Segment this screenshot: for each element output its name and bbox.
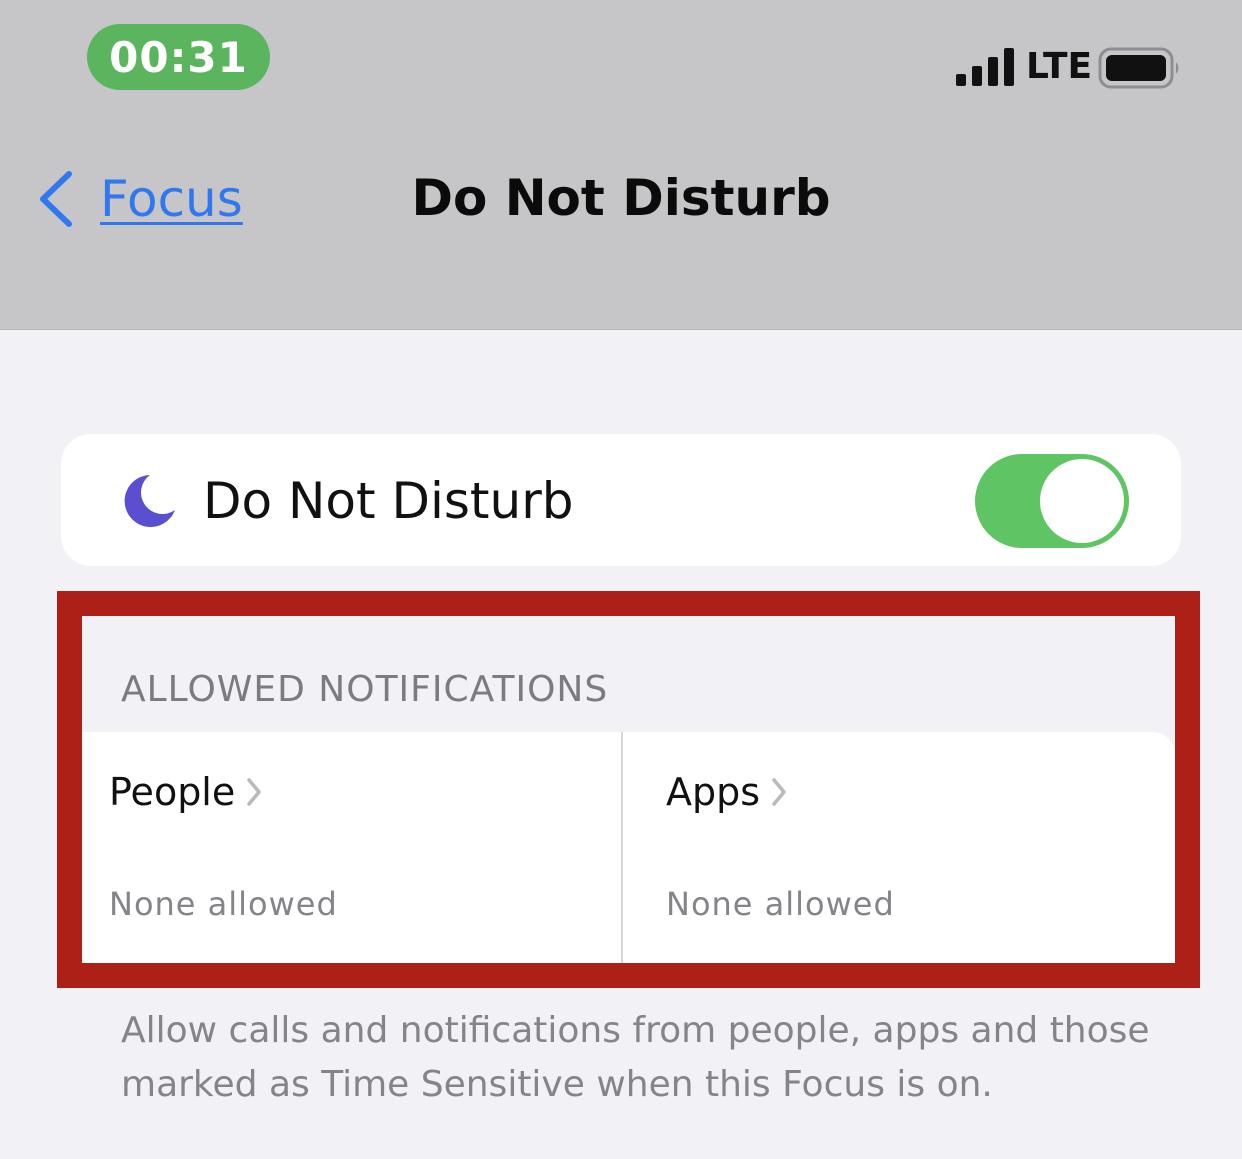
header: 00:31 LTE Focus Do Not Disturb — [0, 0, 1242, 330]
footer-note: Allow calls and notifications from peopl… — [121, 1010, 1150, 1105]
apps-subtitle: None allowed — [666, 885, 895, 923]
people-cell[interactable]: People None allowed — [82, 732, 621, 963]
chevron-left-icon[interactable] — [36, 168, 78, 230]
page-title: Do Not Disturb — [411, 169, 831, 227]
allowed-notifications-section: ALLOWED NOTIFICATIONS People None allowe… — [82, 616, 1175, 963]
focus-toggle-row: Do Not Disturb — [61, 434, 1181, 566]
apps-cell[interactable]: Apps None allowed — [623, 732, 1175, 963]
chevron-right-icon — [247, 778, 261, 806]
signal-bars-icon — [956, 48, 1014, 86]
chevron-right-icon — [772, 778, 786, 806]
section-header: ALLOWED NOTIFICATIONS — [121, 669, 609, 710]
carrier-label: LTE — [1026, 46, 1093, 87]
people-subtitle: None allowed — [109, 885, 338, 923]
back-button[interactable]: Focus — [100, 168, 243, 230]
switch-knob — [1040, 459, 1124, 543]
apps-title: Apps — [666, 770, 761, 814]
time-pill[interactable]: 00:31 — [87, 24, 270, 90]
battery-icon — [1098, 47, 1179, 89]
do-not-disturb-switch[interactable] — [975, 454, 1129, 548]
moon-icon — [124, 475, 175, 527]
focus-toggle-label: Do Not Disturb — [203, 472, 574, 530]
allowed-notifications-cards: People None allowed Apps None allowed — [82, 732, 1175, 963]
status-time: 00:31 — [109, 32, 248, 82]
people-title: People — [109, 770, 236, 814]
